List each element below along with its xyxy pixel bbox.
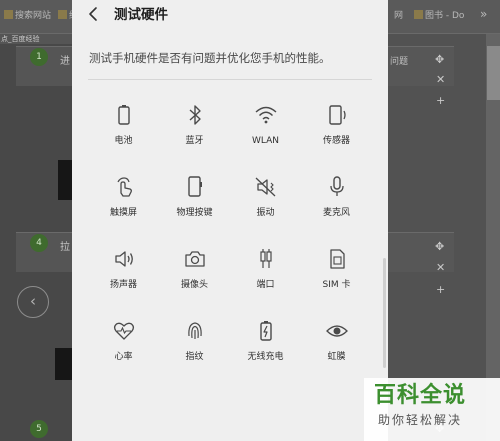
test-item-fingerprint[interactable]: 指纹 (159, 296, 230, 368)
test-item-label: SIM 卡 (322, 280, 351, 290)
test-item-label: 振动 (256, 208, 275, 218)
hardware-test-grid: 电池 蓝牙 WLAN 传感器 触摸屏 物理按键 振动 麦克风 扬声器 摄像头 端… (88, 80, 372, 380)
chevron-left-icon[interactable] (86, 3, 102, 25)
bookmark-favicon-icon (414, 10, 423, 19)
test-item-label: 摄像头 (180, 280, 208, 290)
step-number-badge: 4 (30, 234, 48, 252)
fingerprint-icon (180, 316, 210, 346)
test-item-label: 指纹 (185, 352, 204, 362)
test-item-label: 虹膜 (327, 352, 346, 362)
test-item-label: 扬声器 (109, 280, 137, 290)
bookmark-tab[interactable]: 网 (394, 10, 403, 22)
test-item-microphone[interactable]: 麦克风 (301, 152, 372, 224)
test-item-port[interactable]: 端口 (230, 224, 301, 296)
vibration-icon (251, 172, 281, 202)
test-item-iris[interactable]: 虹膜 (301, 296, 372, 368)
test-item-camera[interactable]: 摄像头 (159, 224, 230, 296)
test-item-label: 心率 (114, 352, 133, 362)
test-item-bluetooth[interactable]: 蓝牙 (159, 80, 230, 152)
test-item-label: 物理按键 (176, 208, 213, 218)
step-number-badge: 5 (30, 420, 48, 438)
watermark-logo: 百科全说 助你轻松解决 (364, 378, 500, 441)
page-description: 测试手机硬件是否有问题并优化您手机的性能。 (89, 51, 331, 65)
phone-key-icon (180, 172, 210, 202)
sim-card-icon (322, 244, 352, 274)
blank-area (72, 392, 388, 441)
close-icon[interactable]: ✕ (436, 74, 445, 85)
microphone-icon (322, 172, 352, 202)
bookmark-tab[interactable]: 搜索网站 (4, 10, 51, 22)
test-item-label: 端口 (256, 280, 275, 290)
test-item-physical-keys[interactable]: 物理按键 (159, 152, 230, 224)
step-number-badge: 1 (30, 48, 48, 66)
bluetooth-icon (180, 100, 210, 130)
test-item-label: 无线充电 (247, 352, 284, 362)
test-item-heart-rate[interactable]: 心率 (88, 296, 159, 368)
test-item-wireless-charging[interactable]: 无线充电 (230, 296, 301, 368)
camera-icon (180, 244, 210, 274)
page-tab-strip: 点_百度经验 (0, 34, 72, 44)
test-item-speaker[interactable]: 扬声器 (88, 224, 159, 296)
test-item-vibration[interactable]: 振动 (230, 152, 301, 224)
side-input-box[interactable] (487, 46, 500, 100)
port-icon (251, 244, 281, 274)
page-title: 测试硬件 (114, 7, 168, 23)
watermark-slogan: 助你轻松解决 (378, 413, 463, 427)
battery-icon (109, 100, 139, 130)
move-icon[interactable]: ✥ (435, 54, 444, 65)
hardware-test-screen: 测试硬件 测试手机硬件是否有问题并优化您手机的性能。 电池 蓝牙 WLAN 传感… (72, 0, 388, 441)
more-bookmarks-icon[interactable]: » (480, 8, 487, 20)
test-item-label: 电池 (114, 136, 133, 146)
wifi-icon (251, 100, 281, 130)
add-icon[interactable]: + (436, 284, 445, 295)
test-item-sim-card[interactable]: SIM 卡 (301, 224, 372, 296)
step-text: 拉 (60, 242, 70, 253)
test-item-label: 麦克风 (322, 208, 350, 218)
bookmark-favicon-icon (4, 10, 13, 19)
step-text: 问题 (390, 57, 409, 67)
scrollbar[interactable] (383, 258, 386, 368)
close-icon[interactable]: ✕ (436, 262, 445, 273)
move-icon[interactable]: ✥ (435, 241, 444, 252)
step-image (55, 348, 72, 380)
prev-arrow-button[interactable]: ‹ (17, 286, 49, 318)
step-text: 进 (60, 56, 70, 67)
bookmark-favicon-icon (58, 10, 67, 19)
sensor-icon (322, 100, 352, 130)
screen-header: 测试硬件 (72, 0, 388, 30)
test-item-battery[interactable]: 电池 (88, 80, 159, 152)
step-image (58, 160, 72, 200)
test-item-sensor[interactable]: 传感器 (301, 80, 372, 152)
bookmark-tab[interactable]: 图书 - Do (414, 10, 464, 22)
heart-rate-icon (109, 316, 139, 346)
test-item-label: 触摸屏 (109, 208, 137, 218)
test-item-wlan[interactable]: WLAN (230, 80, 301, 152)
test-item-label: WLAN (251, 136, 279, 146)
iris-icon (322, 316, 352, 346)
wireless-charging-icon (251, 316, 281, 346)
speaker-icon (109, 244, 139, 274)
test-item-touchscreen[interactable]: 触摸屏 (88, 152, 159, 224)
test-item-label: 传感器 (322, 136, 350, 146)
test-item-label: 蓝牙 (185, 136, 204, 146)
add-icon[interactable]: + (436, 95, 445, 106)
watermark-title: 百科全说 (374, 383, 467, 408)
touch-icon (109, 172, 139, 202)
